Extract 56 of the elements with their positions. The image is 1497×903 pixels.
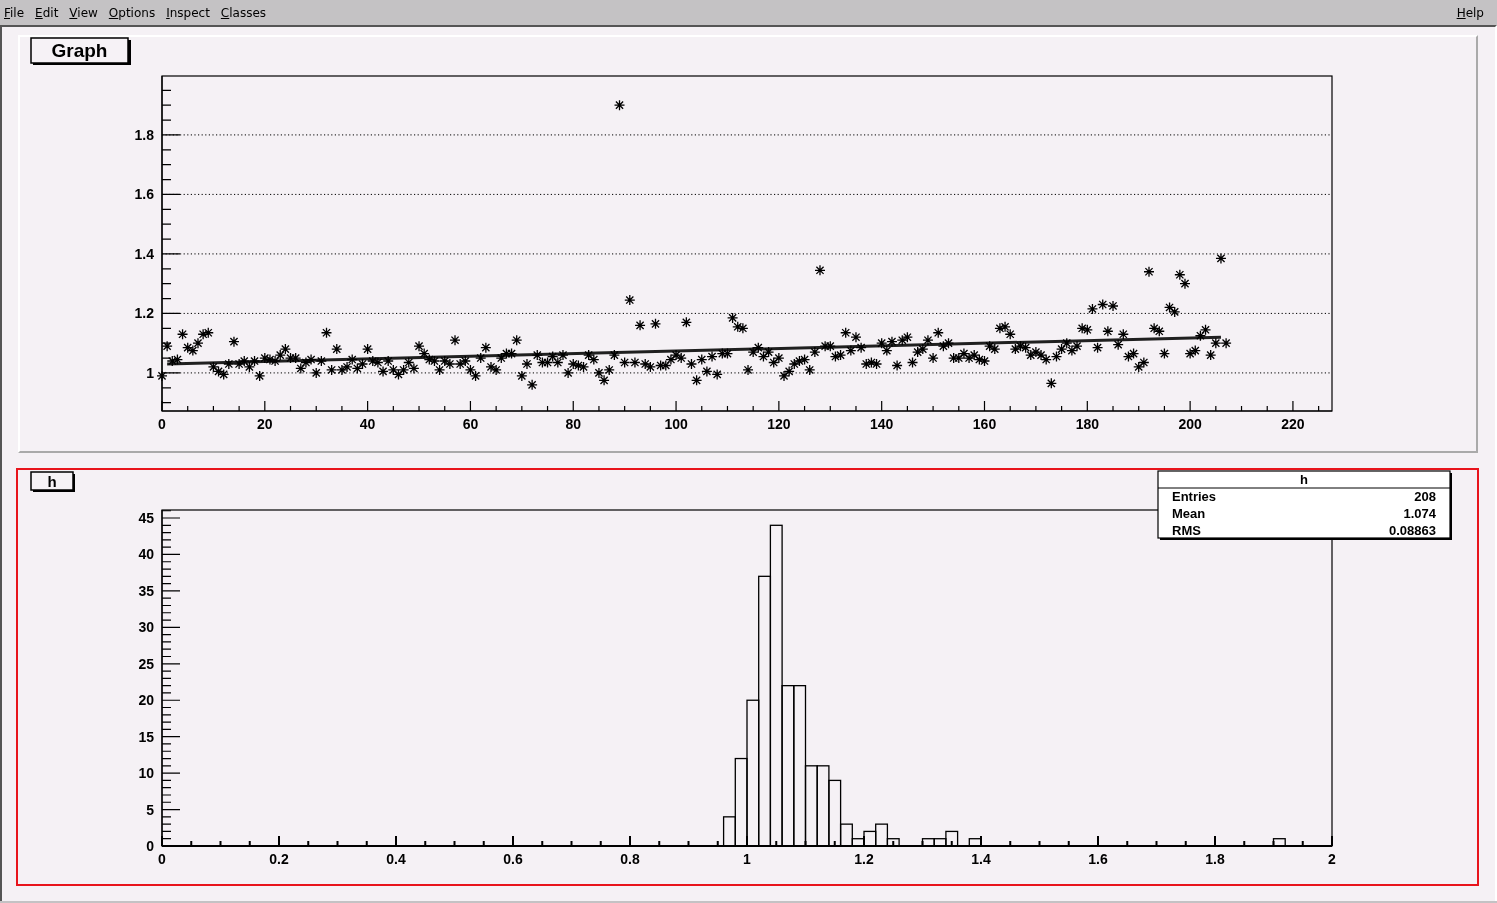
tick-label: 1.8 <box>1205 851 1225 867</box>
tick-label: 40 <box>138 546 154 563</box>
tick-label: 200 <box>1178 416 1202 432</box>
tick-label: 180 <box>1075 416 1099 432</box>
tick-label: 1.6 <box>1088 851 1108 867</box>
canvas-pad[interactable]: Graph 1 1.2 1.4 1.6 1.8 0 20 40 60 80 100 120 140 160 180 200 220 <box>18 35 1478 453</box>
tick-label: 20 <box>257 416 273 432</box>
stats-title: h <box>1300 472 1308 487</box>
tick-label: 10 <box>138 765 154 782</box>
tick-label: 1 <box>146 364 154 381</box>
tick-label: 35 <box>138 582 154 599</box>
tick-label: 140 <box>870 416 894 432</box>
tick-label: 1.2 <box>134 305 154 322</box>
tick-label: 1.4 <box>134 245 154 262</box>
tick-label: 0 <box>158 416 166 432</box>
help-menu[interactable]: Help <box>1456 5 1489 20</box>
menu-item[interactable]: View <box>69 5 103 20</box>
tick-label: 5 <box>146 801 154 818</box>
stats-label: Mean <box>1172 506 1206 521</box>
pad-title: h <box>47 473 57 490</box>
tick-label: 1 <box>743 851 751 867</box>
tick-label: 1.8 <box>134 126 154 143</box>
menu-item[interactable]: Options <box>108 5 161 20</box>
tick-label: 80 <box>565 416 582 432</box>
tick-label: 0.8 <box>620 851 640 867</box>
canvas-pad[interactable]: h 0 5 10 15 20 25 30 35 40 45 0 0.2 0.4 0.6 0.8 1 1.2 1.4 1.6 1.8 2 h Entries 208 Mean 1.074 RMS 0.08863 <box>16 468 1479 886</box>
tick-label: 25 <box>138 655 154 672</box>
stats-label: RMS <box>1172 523 1201 538</box>
tick-label: 1.6 <box>134 186 154 203</box>
tick-label: 20 <box>138 692 154 709</box>
stats-label: Entries <box>1172 489 1217 504</box>
tick-label: 0.6 <box>503 851 523 867</box>
tick-label: 2 <box>1328 851 1336 867</box>
tick-label: 40 <box>359 416 376 432</box>
tick-label: 160 <box>972 416 997 432</box>
tick-label: 60 <box>462 416 479 432</box>
stats-value: 0.08863 <box>1389 523 1436 538</box>
tick-label: 1.4 <box>971 851 991 867</box>
tick-label: 0.4 <box>386 851 406 867</box>
tick-label: 1.2 <box>854 851 874 867</box>
tick-label: 0 <box>146 838 154 854</box>
tick-label: 15 <box>138 728 154 745</box>
menu-item[interactable]: Inspect <box>166 5 215 20</box>
tick-label: 45 <box>138 510 154 526</box>
menu-item[interactable]: Edit <box>35 5 64 20</box>
tick-label: 120 <box>767 416 791 432</box>
pad-title: Graph <box>51 40 108 61</box>
stats-value: 208 <box>1414 489 1436 504</box>
stats-value: 1.074 <box>1403 506 1436 521</box>
menu-item[interactable]: File <box>4 5 30 20</box>
tick-label: 100 <box>664 416 688 432</box>
tick-label: 0.2 <box>269 851 289 867</box>
tick-label: 0 <box>158 851 166 867</box>
tick-label: 30 <box>138 619 154 636</box>
menu-item[interactable]: Classes <box>220 5 272 20</box>
tick-label: 220 <box>1281 416 1305 432</box>
